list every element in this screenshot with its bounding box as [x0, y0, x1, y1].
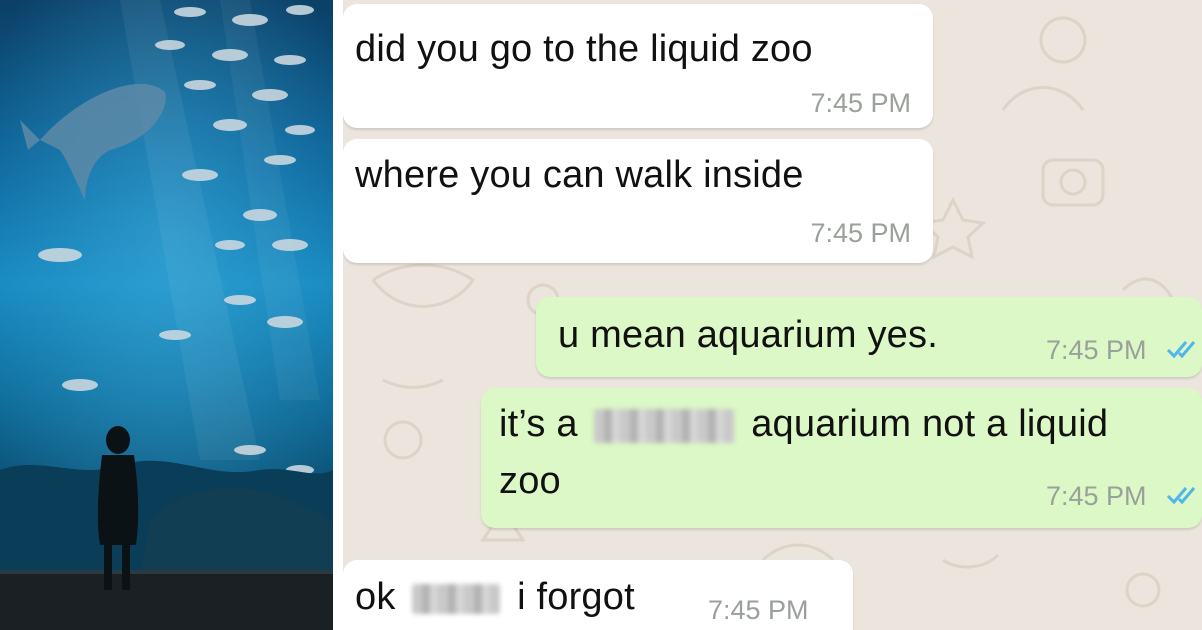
chat-conversation: did you go to the liquid zoo 7:45 PM whe…: [343, 0, 1202, 630]
message-timestamp: 7:45 PM: [708, 595, 809, 625]
aquarium-photo: [0, 0, 333, 630]
message-timestamp: 7:45 PM: [810, 88, 911, 118]
message-timestamp: 7:45 PM: [1046, 481, 1147, 511]
message-text: it’s a aquarium not a liquid: [499, 395, 1108, 453]
redacted-word: [412, 583, 501, 614]
message-text: u mean aquarium yes.: [558, 314, 938, 356]
outgoing-message[interactable]: it’s a aquarium not a liquid zoo 7:45 PM: [481, 388, 1202, 528]
divider: [333, 0, 343, 630]
message-text-part: i forgot: [517, 576, 635, 618]
redacted-word: [594, 408, 735, 443]
double-check-icon: [1166, 341, 1196, 359]
incoming-message[interactable]: did you go to the liquid zoo 7:45 PM: [343, 4, 933, 128]
incoming-message[interactable]: where you can walk inside 7:45 PM: [343, 139, 933, 263]
message-text-part: ok: [355, 576, 396, 618]
message-text: did you go to the liquid zoo: [355, 28, 813, 70]
message-text: where you can walk inside: [355, 154, 804, 196]
message-text-line2: zoo: [499, 460, 561, 502]
message-timestamp: 7:45 PM: [810, 218, 911, 248]
message-text-part: aquarium not a liquid: [751, 403, 1109, 445]
incoming-message[interactable]: ok i forgot 7:45 PM: [343, 560, 853, 630]
message-timestamp: 7:45 PM: [1046, 335, 1147, 365]
message-text: ok i forgot: [355, 568, 635, 626]
double-check-icon: [1166, 487, 1196, 505]
aquarium-illustration: [0, 0, 333, 630]
outgoing-message[interactable]: u mean aquarium yes. 7:45 PM: [536, 297, 1202, 377]
message-text-part: it’s a: [499, 403, 578, 445]
